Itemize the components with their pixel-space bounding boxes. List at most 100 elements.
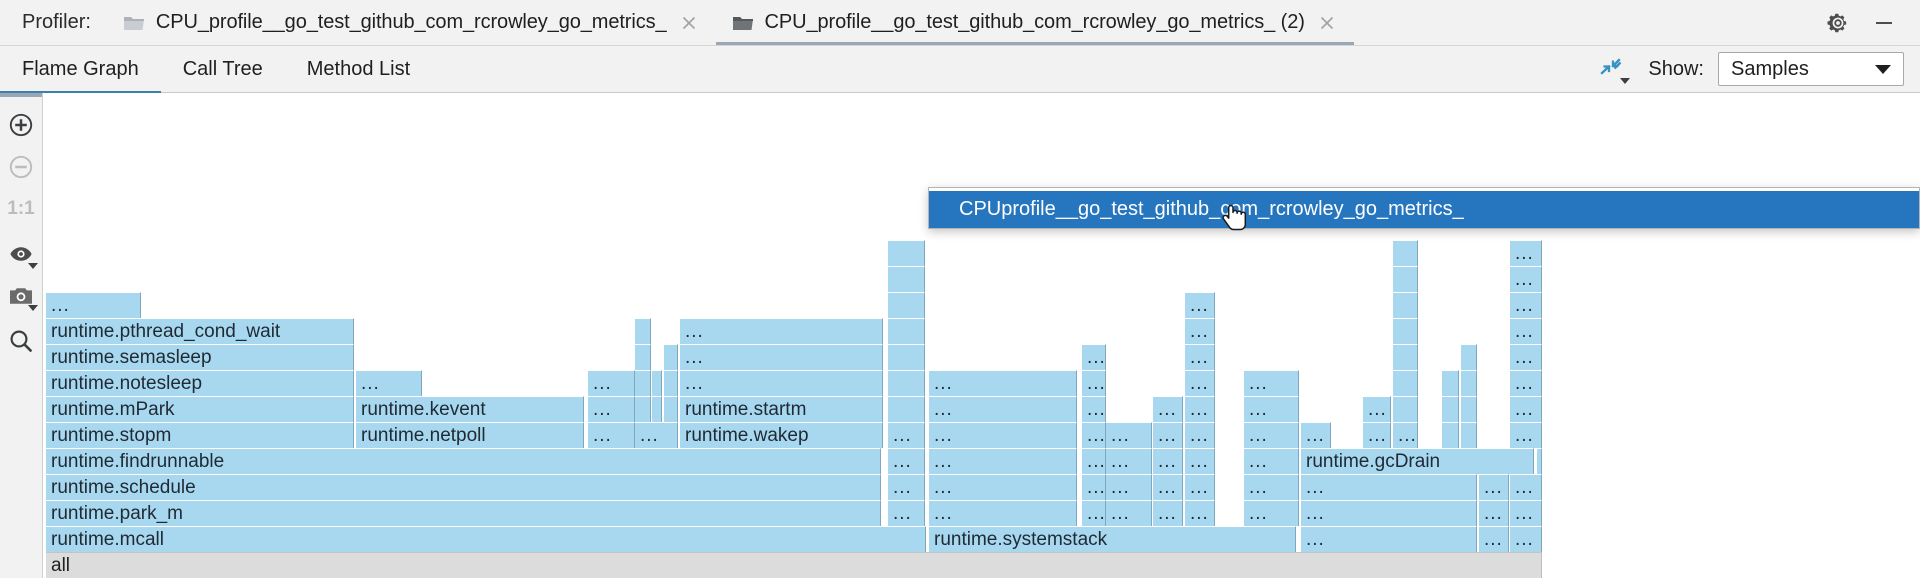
flame-frame[interactable] (1393, 292, 1418, 318)
flame-frame[interactable]: ... (1510, 266, 1542, 292)
flame-frame[interactable] (1461, 396, 1477, 422)
flame-frame[interactable]: ... (588, 396, 635, 422)
flame-frame[interactable]: ... (1510, 370, 1542, 396)
flame-frame[interactable] (888, 370, 925, 396)
flame-frame[interactable]: ... (1082, 396, 1106, 422)
flame-frame[interactable]: ... (888, 500, 925, 526)
flame-frame[interactable]: runtime.systemstack (929, 526, 1296, 552)
flame-frame[interactable]: ... (1185, 448, 1215, 474)
flame-frame[interactable]: ... (929, 474, 1077, 500)
flame-frame[interactable]: ... (680, 344, 883, 370)
flame-frame[interactable]: ... (1153, 448, 1183, 474)
flame-frame[interactable]: ... (1244, 396, 1299, 422)
close-icon[interactable] (678, 12, 700, 34)
flame-frame[interactable]: runtime.pthread_cond_wait (46, 318, 354, 344)
flame-frame[interactable]: ... (1479, 500, 1509, 526)
visibility-button[interactable] (0, 233, 43, 275)
flame-frame[interactable] (635, 344, 651, 370)
flame-frame[interactable]: ... (1244, 474, 1299, 500)
flame-frame[interactable]: ... (888, 422, 925, 448)
flame-frame[interactable]: ... (929, 396, 1077, 422)
flame-frame[interactable]: ... (1510, 474, 1542, 500)
profile-tab-2[interactable]: CPU_profile__go_test_github_com_rcrowley… (716, 0, 1354, 45)
flame-frame[interactable]: ... (680, 318, 883, 344)
flame-frame[interactable]: ... (1185, 500, 1215, 526)
flame-frame[interactable]: all (46, 552, 1542, 578)
flame-frame[interactable]: ... (1363, 422, 1391, 448)
search-button[interactable] (0, 320, 43, 362)
flame-frame[interactable] (1393, 370, 1418, 396)
flame-frame[interactable]: ... (1301, 474, 1477, 500)
flame-frame[interactable]: ... (1479, 526, 1509, 552)
flame-frame[interactable]: runtime.stopm (46, 422, 354, 448)
flame-frame[interactable]: ... (1153, 474, 1183, 500)
flame-frame[interactable] (1442, 422, 1459, 448)
flame-frame[interactable] (1393, 344, 1418, 370)
close-icon[interactable] (1316, 12, 1338, 34)
flame-frame[interactable] (652, 396, 662, 422)
tab-call-tree[interactable]: Call Tree (161, 46, 285, 93)
flame-frame[interactable] (1393, 240, 1418, 266)
profile-selector-popup[interactable]: CPUprofile__go_test_github_com_rcrowley_… (928, 187, 1920, 229)
flame-frame[interactable]: ... (1153, 422, 1183, 448)
flame-frame[interactable]: ... (1510, 500, 1542, 526)
flame-frame[interactable]: ... (1082, 474, 1106, 500)
flame-frame[interactable]: ... (929, 448, 1077, 474)
flame-frame[interactable]: runtime.mcall (46, 526, 926, 552)
flame-frame[interactable] (1393, 396, 1418, 422)
flame-frame[interactable]: ... (588, 422, 635, 448)
flame-frame[interactable] (888, 240, 925, 266)
flame-frame[interactable]: ... (929, 500, 1077, 526)
flame-frame[interactable] (1461, 344, 1477, 370)
flame-frame[interactable]: ... (888, 474, 925, 500)
flame-frame[interactable]: ... (1510, 396, 1542, 422)
tab-method-list[interactable]: Method List (285, 46, 432, 93)
flame-frame[interactable]: ... (1106, 474, 1152, 500)
flame-frame[interactable] (635, 396, 651, 422)
flame-frame[interactable]: ... (1510, 344, 1542, 370)
flame-frame[interactable]: runtime.netpoll (356, 422, 584, 448)
flame-frame[interactable]: ... (588, 370, 635, 396)
flame-frame[interactable] (1461, 370, 1477, 396)
flame-frame[interactable]: ... (1106, 422, 1152, 448)
flame-frame[interactable]: ... (1301, 422, 1331, 448)
popup-item-cpuprofile[interactable]: CPUprofile__go_test_github_com_rcrowley_… (929, 191, 1919, 228)
flame-frame[interactable]: ... (929, 370, 1077, 396)
flame-frame[interactable]: ... (1082, 344, 1106, 370)
flame-frame[interactable] (888, 292, 925, 318)
flame-frame[interactable]: ... (1479, 474, 1509, 500)
flame-frame[interactable] (888, 266, 925, 292)
zoom-in-button[interactable] (0, 104, 43, 146)
flame-frame[interactable]: ... (1244, 370, 1299, 396)
flame-frame[interactable]: runtime.semasleep (46, 344, 354, 370)
tab-flame-graph[interactable]: Flame Graph (0, 46, 161, 93)
flame-frame[interactable] (888, 344, 925, 370)
flame-frame[interactable]: ... (1185, 344, 1215, 370)
flame-frame[interactable]: ... (1082, 370, 1106, 396)
flame-frame[interactable]: ... (1244, 422, 1299, 448)
flame-frame[interactable]: ... (1153, 500, 1183, 526)
merge-arrows-icon[interactable] (1596, 54, 1630, 84)
flame-frame[interactable]: ... (1185, 396, 1215, 422)
flame-frame[interactable]: runtime.notesleep (46, 370, 354, 396)
flame-frame[interactable]: ... (1106, 448, 1152, 474)
flame-frame[interactable] (652, 370, 662, 396)
flame-frame[interactable] (1442, 370, 1459, 396)
flame-frame[interactable]: ... (1301, 526, 1477, 552)
flame-frame[interactable] (888, 318, 925, 344)
flame-frame[interactable] (1393, 266, 1418, 292)
flame-frame[interactable]: ... (1244, 500, 1299, 526)
flame-frame[interactable]: runtime.kevent (356, 396, 584, 422)
flame-frame[interactable]: ... (1510, 422, 1542, 448)
flame-frame[interactable]: ... (1082, 500, 1106, 526)
flame-frame[interactable] (1461, 422, 1477, 448)
flame-frame[interactable]: runtime.findrunnable (46, 448, 881, 474)
gear-icon[interactable] (1824, 9, 1852, 37)
actual-size-button[interactable]: 1:1 (0, 188, 43, 230)
flame-frame[interactable] (1393, 318, 1418, 344)
flame-frame[interactable]: runtime.startm (680, 396, 883, 422)
flame-frame[interactable] (635, 370, 651, 396)
flame-frame[interactable] (1537, 448, 1542, 474)
flame-frame[interactable] (888, 396, 925, 422)
flame-frame[interactable]: ... (1082, 422, 1106, 448)
